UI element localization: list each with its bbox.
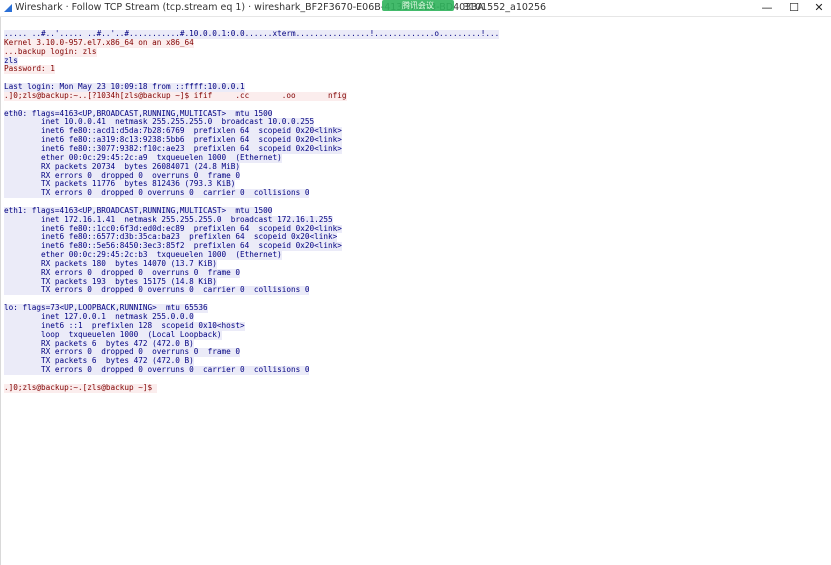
stream-line: ...backup login: zls [4, 47, 829, 57]
stream-line: .]0;zls@backup:~..[?1034h[zls@backup ~]$… [4, 90, 829, 101]
stream-line: TX errors 0 dropped 0 overruns 0 carrier… [4, 365, 829, 375]
stream-line: TX errors 0 dropped 0 overruns 0 carrier… [4, 285, 829, 296]
server-text: .]0;zls@backup:~..[?1034h[zls@backup ~]$… [4, 90, 347, 101]
wireshark-fin-icon [4, 4, 12, 12]
overlay-badge: 腾讯会议 [382, 0, 454, 11]
minimize-button[interactable]: — [754, 0, 780, 16]
server-text: .]0;zls@backup:~.[zls@backup ~]$ [4, 382, 157, 393]
close-button[interactable]: ✕ [806, 0, 831, 16]
title-bar: Wireshark · Follow TCP Stream (tcp.strea… [0, 0, 831, 17]
stream-line: Password: 1 [4, 64, 829, 75]
client-text: TX errors 0 dropped 0 overruns 0 carrier… [4, 365, 310, 375]
server-text: Password: 1 [4, 64, 55, 75]
stream-line: .]0;zls@backup:~.[zls@backup ~]$ [4, 382, 829, 393]
maximize-button[interactable]: ☐ [781, 0, 807, 16]
stream-line: Kernel 3.10.0-957.el7.x86_64 on an x86_6… [4, 38, 829, 48]
window-left-border [0, 17, 1, 565]
stream-line: zls [4, 56, 829, 66]
stream-line: TX errors 0 dropped 0 overruns 0 carrier… [4, 188, 829, 199]
client-text: TX errors 0 dropped 0 overruns 0 carrier… [4, 285, 310, 296]
tcp-stream-content[interactable]: ..... ..#..'..... ..#..'..#...........#.… [4, 30, 829, 560]
window-title-suffix: 3101552_a10256 [463, 2, 547, 13]
client-text: TX errors 0 dropped 0 overruns 0 carrier… [4, 188, 310, 199]
